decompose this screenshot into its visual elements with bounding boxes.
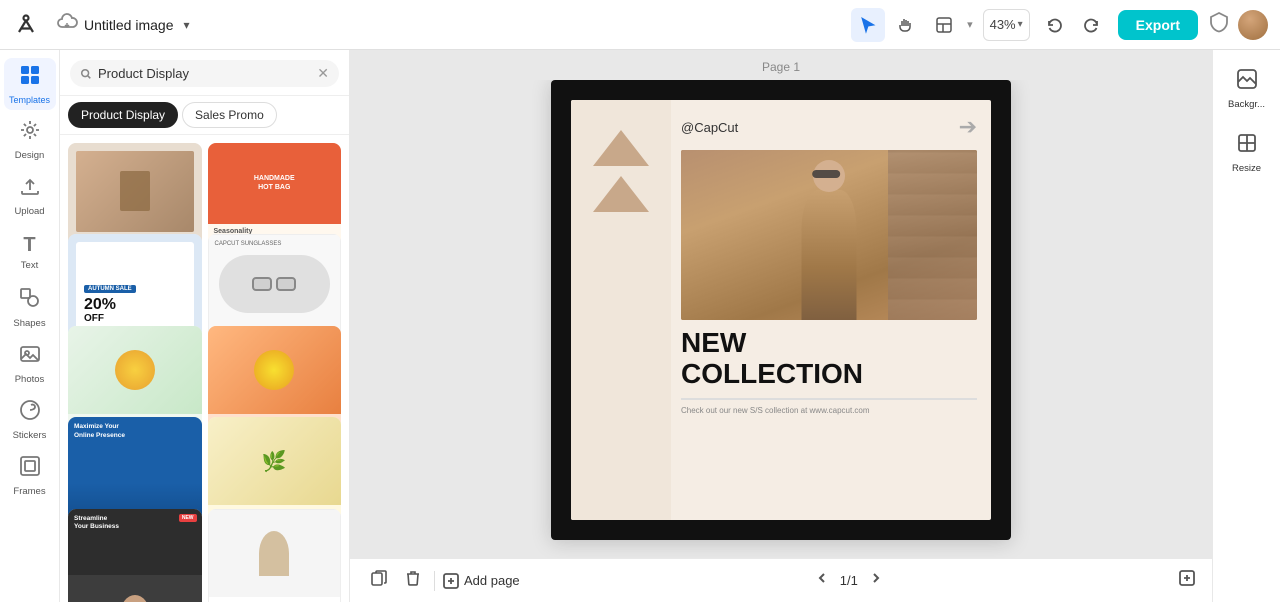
layout-tool-button[interactable] [927,8,961,42]
templates-icon [19,64,41,92]
tab-product-display[interactable]: Product Display [68,102,178,128]
sidebar-item-shapes[interactable]: Shapes [4,282,56,334]
page-label: Page 1 [350,50,1212,80]
next-page-button[interactable] [868,570,884,591]
canvas-title-line1: NEW COLLECTION [681,328,977,390]
canvas-header: @CapCut ➔ [681,114,977,140]
left-sidebar: Templates Design Upload T Text [0,50,60,602]
zoom-chevron-icon: ▾ [1018,19,1023,30]
toolbar: ▾ 43% ▾ Export [851,8,1268,42]
triangle-1 [593,130,649,166]
sidebar-item-photos[interactable]: Photos [4,338,56,390]
templates-panel: ✕ Product Display Sales Promo NEWCOLLECT… [60,50,350,602]
shapes-icon [19,287,41,315]
shield-icon [1208,11,1230,38]
duplicate-page-button[interactable] [366,565,392,596]
sidebar-stickers-label: Stickers [13,430,47,441]
bottom-bar: Add page 1/1 [350,558,1212,602]
canvas-right-column: @CapCut ➔ [671,100,991,520]
canvas-scroll[interactable]: @CapCut ➔ [350,80,1212,558]
bottom-right [1178,569,1196,592]
undo-button[interactable] [1038,8,1072,42]
design-canvas: @CapCut ➔ [571,100,991,520]
tab-sales-promo[interactable]: Sales Promo [182,102,277,128]
template-thumb-9[interactable]: StreamlineYour Business NEW [68,509,202,602]
background-button[interactable]: Backgr... [1219,60,1275,118]
canvas-divider [681,398,977,400]
resize-icon [1236,132,1258,159]
canvas-wrapper: @CapCut ➔ [551,80,1011,540]
resize-label: Resize [1232,163,1261,174]
canvas-handle-text: @CapCut [681,120,738,135]
logo-button[interactable] [12,11,40,39]
bottom-divider [434,571,435,591]
canvas-left-column [571,100,671,520]
sidebar-item-stickers[interactable]: Stickers [4,394,56,446]
sidebar-templates-label: Templates [9,95,50,105]
sidebar-item-design[interactable]: Design [4,114,56,166]
add-page-icon [443,573,459,589]
main-area: Templates Design Upload T Text [0,50,1280,602]
sidebar-item-templates[interactable]: Templates [4,58,56,110]
canvas-arrow-icon: ➔ [959,114,977,140]
search-input[interactable] [98,66,311,81]
select-tool-button[interactable] [851,8,885,42]
tab-row: Product Display Sales Promo [60,96,349,135]
export-button[interactable]: Export [1118,10,1198,40]
right-panel: Backgr... Resize [1212,50,1280,602]
prev-page-button[interactable] [814,570,830,591]
design-icon [19,119,41,147]
add-page-label: Add page [464,573,520,588]
frames-icon [19,455,41,483]
search-bar: ✕ [60,50,349,96]
text-icon: T [23,234,35,257]
triangle-2 [593,176,649,212]
canvas-photo: LIMITED TIME OFFER [681,150,977,320]
canvas-photo-inner: LIMITED TIME OFFER [681,150,977,320]
undo-redo-group [1038,8,1108,42]
search-clear-button[interactable]: ✕ [317,65,329,82]
page-indicator: 1/1 [840,573,858,588]
template-thumb-10[interactable]: SIMPLIFYYOUR FLEETSHOPPING [208,509,342,602]
topbar: Untitled image ▾ ▾ 43% ▾ [0,0,1280,50]
sidebar-shapes-label: Shapes [13,318,45,329]
search-input-wrap[interactable]: ✕ [70,60,339,87]
avatar[interactable] [1238,10,1268,40]
file-section: Untitled image ▾ [56,13,194,36]
zoom-control[interactable]: 43% ▾ [983,9,1030,41]
photos-icon [19,343,41,371]
resize-button[interactable]: Resize [1219,124,1275,182]
add-page-button[interactable]: Add page [443,573,520,589]
filename-dropdown-button[interactable]: ▾ [180,16,194,34]
delete-page-button[interactable] [400,565,426,596]
zoom-value: 43% [990,17,1016,32]
canvas-area: Page 1 @CapCut ➔ [350,50,1212,602]
upload-icon [19,175,41,203]
sidebar-item-text[interactable]: T Text [4,226,56,278]
template-grid: NEWCOLLECTION HANDMADEHOT BAG Seasonalit… [60,135,349,602]
bottom-center: 1/1 [814,570,884,591]
filename-label: Untitled image [84,17,174,33]
sidebar-upload-label: Upload [14,206,44,217]
canvas-footer-text: Check out our new S/S collection at www.… [681,406,977,415]
sidebar-photos-label: Photos [15,374,45,385]
search-icon [80,67,92,81]
sidebar-design-label: Design [15,150,45,161]
topbar-right [1208,10,1268,40]
hand-tool-button[interactable] [889,8,923,42]
canvas-title: NEW COLLECTION [681,328,977,390]
stickers-icon [19,399,41,427]
sidebar-text-label: Text [21,260,38,271]
bottom-left: Add page [366,565,520,596]
sidebar-item-frames[interactable]: Frames [4,450,56,502]
background-label: Backgr... [1228,99,1265,110]
background-icon [1236,68,1258,95]
sidebar-frames-label: Frames [13,486,45,497]
cloud-icon [56,13,78,36]
sidebar-item-upload[interactable]: Upload [4,170,56,222]
expand-button[interactable] [1178,569,1196,592]
redo-button[interactable] [1074,8,1108,42]
